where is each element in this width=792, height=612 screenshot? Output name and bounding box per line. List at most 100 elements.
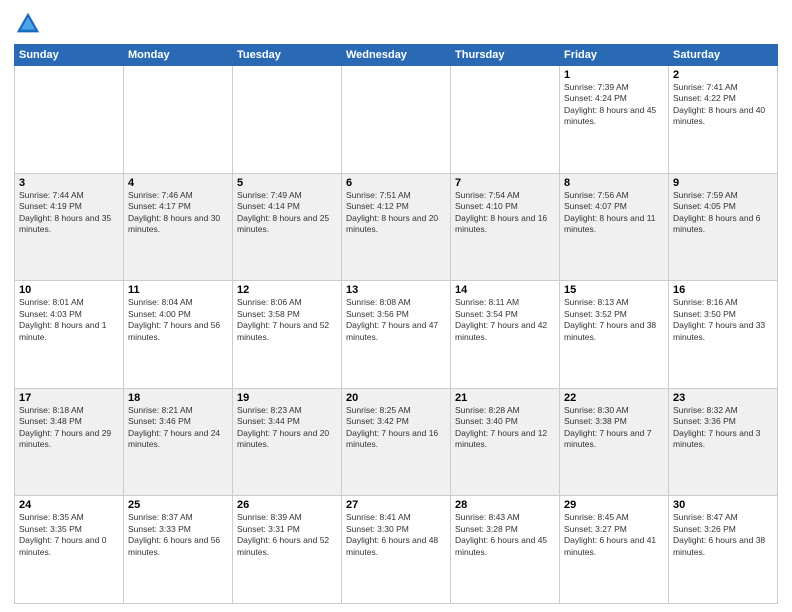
day-info: Sunrise: 8:13 AM Sunset: 3:52 PM Dayligh… [564, 297, 664, 343]
day-number: 10 [19, 284, 119, 296]
day-info: Sunrise: 8:30 AM Sunset: 3:38 PM Dayligh… [564, 405, 664, 451]
day-info: Sunrise: 8:04 AM Sunset: 4:00 PM Dayligh… [128, 297, 228, 343]
day-number: 24 [19, 499, 119, 511]
top-section [14, 10, 778, 38]
weekday-header: Thursday [451, 45, 560, 66]
day-info: Sunrise: 8:08 AM Sunset: 3:56 PM Dayligh… [346, 297, 446, 343]
day-info: Sunrise: 8:01 AM Sunset: 4:03 PM Dayligh… [19, 297, 119, 343]
day-info: Sunrise: 8:25 AM Sunset: 3:42 PM Dayligh… [346, 405, 446, 451]
calendar-cell: 22Sunrise: 8:30 AM Sunset: 3:38 PM Dayli… [560, 388, 669, 496]
day-number: 28 [455, 499, 555, 511]
calendar-cell: 6Sunrise: 7:51 AM Sunset: 4:12 PM Daylig… [342, 173, 451, 281]
day-info: Sunrise: 7:39 AM Sunset: 4:24 PM Dayligh… [564, 82, 664, 128]
day-info: Sunrise: 8:32 AM Sunset: 3:36 PM Dayligh… [673, 405, 773, 451]
day-info: Sunrise: 8:45 AM Sunset: 3:27 PM Dayligh… [564, 512, 664, 558]
calendar-cell [124, 66, 233, 174]
day-info: Sunrise: 7:59 AM Sunset: 4:05 PM Dayligh… [673, 190, 773, 236]
day-info: Sunrise: 7:56 AM Sunset: 4:07 PM Dayligh… [564, 190, 664, 236]
calendar-cell: 24Sunrise: 8:35 AM Sunset: 3:35 PM Dayli… [15, 496, 124, 604]
calendar-cell: 9Sunrise: 7:59 AM Sunset: 4:05 PM Daylig… [669, 173, 778, 281]
calendar-cell: 20Sunrise: 8:25 AM Sunset: 3:42 PM Dayli… [342, 388, 451, 496]
calendar: SundayMondayTuesdayWednesdayThursdayFrid… [14, 44, 778, 604]
day-info: Sunrise: 8:11 AM Sunset: 3:54 PM Dayligh… [455, 297, 555, 343]
calendar-cell: 10Sunrise: 8:01 AM Sunset: 4:03 PM Dayli… [15, 281, 124, 389]
calendar-cell: 18Sunrise: 8:21 AM Sunset: 3:46 PM Dayli… [124, 388, 233, 496]
day-info: Sunrise: 8:37 AM Sunset: 3:33 PM Dayligh… [128, 512, 228, 558]
day-number: 4 [128, 177, 228, 189]
day-info: Sunrise: 8:41 AM Sunset: 3:30 PM Dayligh… [346, 512, 446, 558]
logo-icon [14, 10, 42, 38]
calendar-cell: 17Sunrise: 8:18 AM Sunset: 3:48 PM Dayli… [15, 388, 124, 496]
day-number: 18 [128, 392, 228, 404]
day-info: Sunrise: 8:35 AM Sunset: 3:35 PM Dayligh… [19, 512, 119, 558]
day-number: 30 [673, 499, 773, 511]
day-number: 23 [673, 392, 773, 404]
calendar-cell: 8Sunrise: 7:56 AM Sunset: 4:07 PM Daylig… [560, 173, 669, 281]
page: SundayMondayTuesdayWednesdayThursdayFrid… [0, 0, 792, 612]
day-number: 27 [346, 499, 446, 511]
calendar-cell: 27Sunrise: 8:41 AM Sunset: 3:30 PM Dayli… [342, 496, 451, 604]
day-info: Sunrise: 8:06 AM Sunset: 3:58 PM Dayligh… [237, 297, 337, 343]
calendar-cell: 11Sunrise: 8:04 AM Sunset: 4:00 PM Dayli… [124, 281, 233, 389]
week-row: 1Sunrise: 7:39 AM Sunset: 4:24 PM Daylig… [15, 66, 778, 174]
day-info: Sunrise: 8:16 AM Sunset: 3:50 PM Dayligh… [673, 297, 773, 343]
day-number: 13 [346, 284, 446, 296]
day-info: Sunrise: 7:46 AM Sunset: 4:17 PM Dayligh… [128, 190, 228, 236]
day-number: 5 [237, 177, 337, 189]
header-row: SundayMondayTuesdayWednesdayThursdayFrid… [15, 45, 778, 66]
calendar-cell: 14Sunrise: 8:11 AM Sunset: 3:54 PM Dayli… [451, 281, 560, 389]
calendar-cell: 21Sunrise: 8:28 AM Sunset: 3:40 PM Dayli… [451, 388, 560, 496]
week-row: 17Sunrise: 8:18 AM Sunset: 3:48 PM Dayli… [15, 388, 778, 496]
day-number: 19 [237, 392, 337, 404]
calendar-cell: 3Sunrise: 7:44 AM Sunset: 4:19 PM Daylig… [15, 173, 124, 281]
week-row: 3Sunrise: 7:44 AM Sunset: 4:19 PM Daylig… [15, 173, 778, 281]
weekday-header: Saturday [669, 45, 778, 66]
day-info: Sunrise: 8:28 AM Sunset: 3:40 PM Dayligh… [455, 405, 555, 451]
weekday-header: Tuesday [233, 45, 342, 66]
day-number: 6 [346, 177, 446, 189]
day-info: Sunrise: 7:49 AM Sunset: 4:14 PM Dayligh… [237, 190, 337, 236]
calendar-cell: 13Sunrise: 8:08 AM Sunset: 3:56 PM Dayli… [342, 281, 451, 389]
day-number: 8 [564, 177, 664, 189]
day-number: 3 [19, 177, 119, 189]
week-row: 24Sunrise: 8:35 AM Sunset: 3:35 PM Dayli… [15, 496, 778, 604]
day-number: 26 [237, 499, 337, 511]
day-number: 20 [346, 392, 446, 404]
day-number: 16 [673, 284, 773, 296]
calendar-cell: 30Sunrise: 8:47 AM Sunset: 3:26 PM Dayli… [669, 496, 778, 604]
calendar-cell: 1Sunrise: 7:39 AM Sunset: 4:24 PM Daylig… [560, 66, 669, 174]
day-info: Sunrise: 8:47 AM Sunset: 3:26 PM Dayligh… [673, 512, 773, 558]
calendar-cell: 29Sunrise: 8:45 AM Sunset: 3:27 PM Dayli… [560, 496, 669, 604]
calendar-cell: 15Sunrise: 8:13 AM Sunset: 3:52 PM Dayli… [560, 281, 669, 389]
day-info: Sunrise: 8:21 AM Sunset: 3:46 PM Dayligh… [128, 405, 228, 451]
day-number: 12 [237, 284, 337, 296]
calendar-cell: 5Sunrise: 7:49 AM Sunset: 4:14 PM Daylig… [233, 173, 342, 281]
day-number: 22 [564, 392, 664, 404]
calendar-cell: 2Sunrise: 7:41 AM Sunset: 4:22 PM Daylig… [669, 66, 778, 174]
day-number: 21 [455, 392, 555, 404]
day-number: 14 [455, 284, 555, 296]
day-info: Sunrise: 7:44 AM Sunset: 4:19 PM Dayligh… [19, 190, 119, 236]
calendar-cell: 4Sunrise: 7:46 AM Sunset: 4:17 PM Daylig… [124, 173, 233, 281]
day-number: 7 [455, 177, 555, 189]
day-number: 29 [564, 499, 664, 511]
day-info: Sunrise: 8:39 AM Sunset: 3:31 PM Dayligh… [237, 512, 337, 558]
day-number: 25 [128, 499, 228, 511]
calendar-cell [451, 66, 560, 174]
calendar-cell: 23Sunrise: 8:32 AM Sunset: 3:36 PM Dayli… [669, 388, 778, 496]
weekday-header: Wednesday [342, 45, 451, 66]
day-number: 9 [673, 177, 773, 189]
day-info: Sunrise: 8:43 AM Sunset: 3:28 PM Dayligh… [455, 512, 555, 558]
day-info: Sunrise: 7:41 AM Sunset: 4:22 PM Dayligh… [673, 82, 773, 128]
day-number: 15 [564, 284, 664, 296]
day-info: Sunrise: 7:51 AM Sunset: 4:12 PM Dayligh… [346, 190, 446, 236]
weekday-header: Sunday [15, 45, 124, 66]
day-number: 11 [128, 284, 228, 296]
calendar-cell: 12Sunrise: 8:06 AM Sunset: 3:58 PM Dayli… [233, 281, 342, 389]
day-number: 2 [673, 69, 773, 81]
day-number: 1 [564, 69, 664, 81]
calendar-cell: 16Sunrise: 8:16 AM Sunset: 3:50 PM Dayli… [669, 281, 778, 389]
logo [14, 10, 46, 38]
calendar-cell [233, 66, 342, 174]
calendar-cell: 19Sunrise: 8:23 AM Sunset: 3:44 PM Dayli… [233, 388, 342, 496]
